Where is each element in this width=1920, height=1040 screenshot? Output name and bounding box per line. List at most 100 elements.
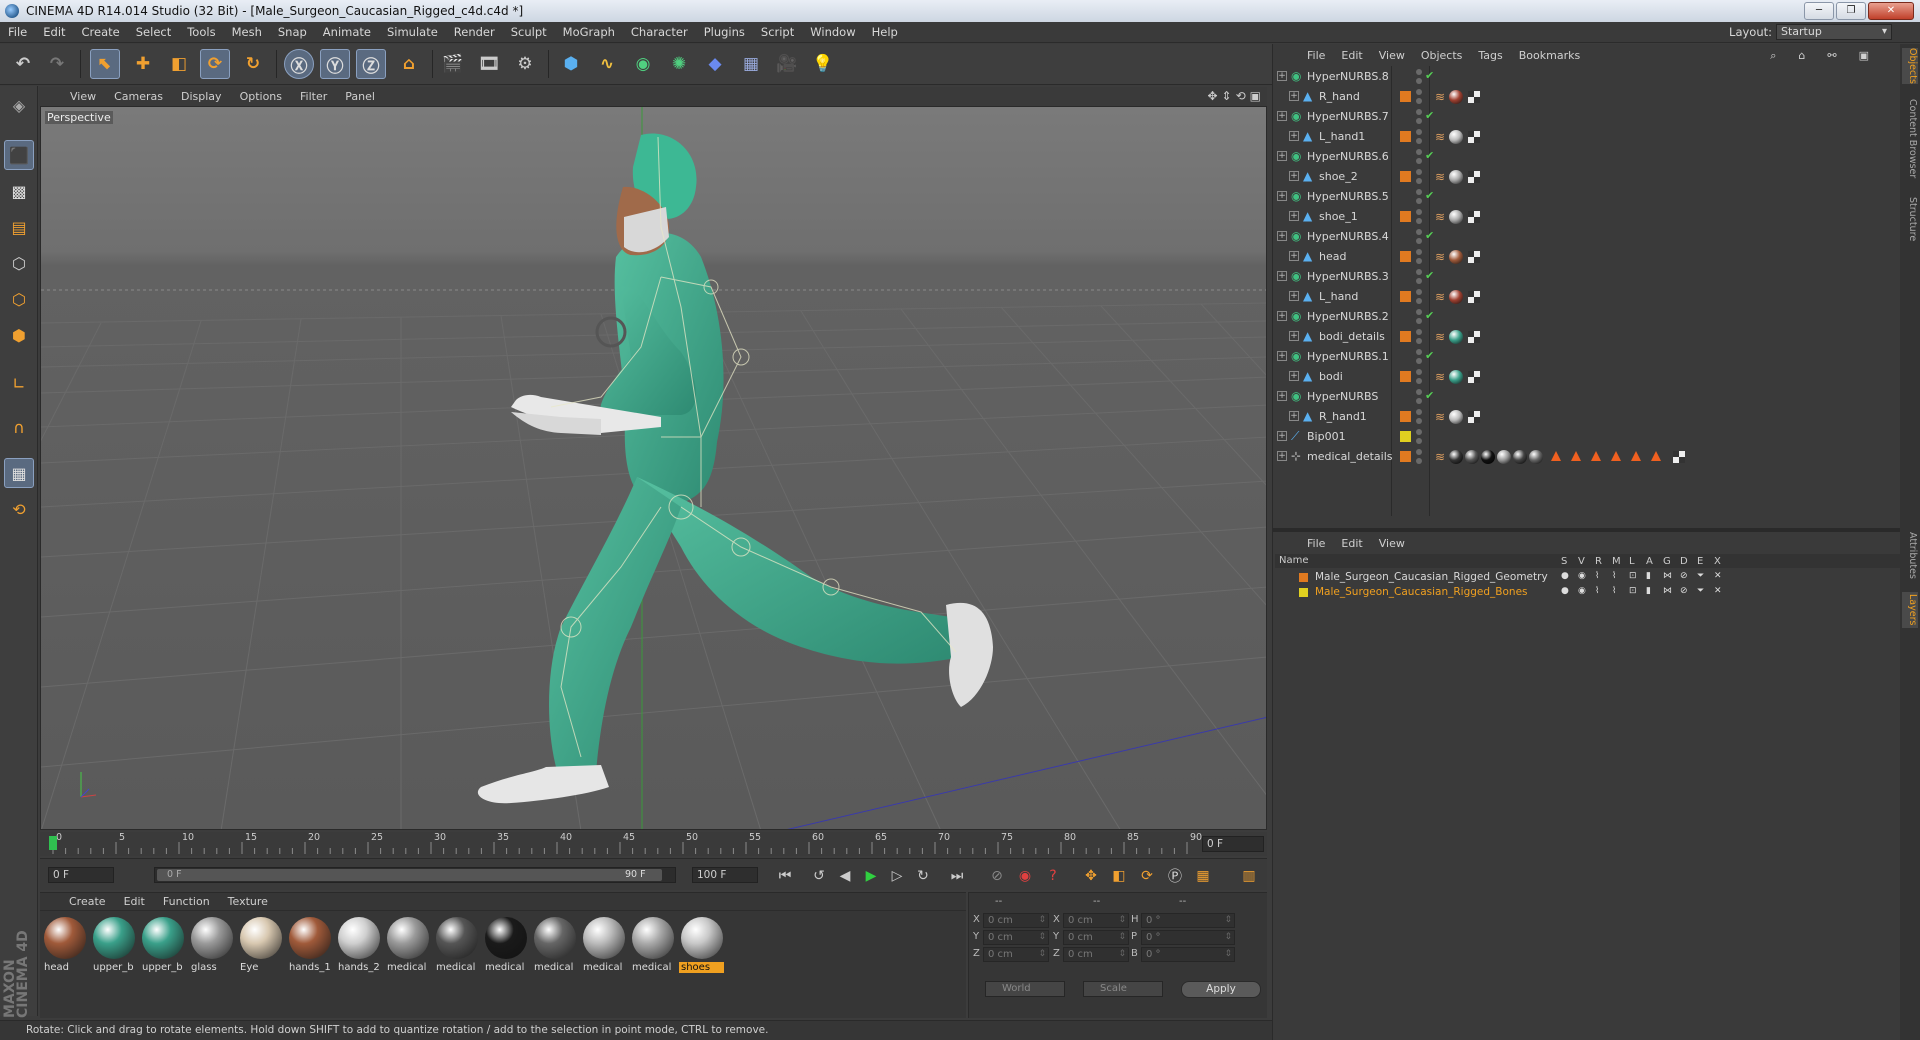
editor-visibility-dot[interactable]: [1416, 89, 1422, 95]
object-row[interactable]: + ◉ HyperNURBS.1 ✔: [1275, 347, 1901, 367]
expand-toggle-icon[interactable]: +: [1289, 331, 1299, 341]
menu-simulate[interactable]: Simulate: [379, 25, 446, 39]
tab-attributes[interactable]: Attributes: [1902, 528, 1918, 582]
enabled-check-icon[interactable]: ✔: [1425, 389, 1434, 402]
expand-toggle-icon[interactable]: +: [1289, 291, 1299, 301]
object-row[interactable]: + ▲ bodi ≋: [1275, 367, 1901, 387]
layer-toggle-icon[interactable]: ⌇: [1612, 586, 1616, 596]
spline-pen-icon[interactable]: ∿: [592, 49, 622, 79]
object-row[interactable]: + ▲ bodi_details ≋: [1275, 327, 1901, 347]
object-row[interactable]: + ⟋ Bip001: [1275, 427, 1901, 447]
tab-objects[interactable]: Objects: [1902, 48, 1918, 84]
phong-tag-icon[interactable]: ≋: [1435, 170, 1445, 184]
expand-toggle-icon[interactable]: +: [1289, 91, 1299, 101]
array-icon[interactable]: ✺: [664, 49, 694, 79]
editor-visibility-dot[interactable]: [1416, 129, 1422, 135]
key-position-icon[interactable]: ✥: [1080, 865, 1102, 887]
layer-toggle-icon[interactable]: ⌇: [1595, 586, 1599, 596]
planar-workplane-icon[interactable]: ⟲: [4, 494, 34, 524]
material-tag-icon[interactable]: [1513, 450, 1527, 464]
undo-icon[interactable]: ↶: [8, 49, 38, 79]
render-visibility-dot[interactable]: [1416, 438, 1422, 444]
tab-layers[interactable]: Layers: [1902, 592, 1918, 628]
editor-visibility-dot[interactable]: [1416, 269, 1422, 275]
object-row[interactable]: + ▲ shoe_2 ≋: [1275, 167, 1901, 187]
selection-tag-icon[interactable]: [1591, 451, 1601, 461]
render-visibility-dot[interactable]: [1416, 218, 1422, 224]
render-picture-viewer-icon[interactable]: 🎞: [474, 49, 504, 79]
layer-toggle-icon[interactable]: ⋈: [1663, 586, 1672, 596]
material-swatch[interactable]: upper_b: [91, 917, 136, 973]
layer-column-header[interactable]: V: [1578, 556, 1585, 567]
layer-color-swatch[interactable]: [1400, 211, 1411, 222]
material-swatch[interactable]: head: [42, 917, 87, 973]
layer-toggle-icon[interactable]: ✕: [1714, 571, 1722, 581]
expand-toggle-icon[interactable]: +: [1277, 71, 1287, 81]
expand-toggle-icon[interactable]: +: [1289, 131, 1299, 141]
material-swatch[interactable]: hands_2: [336, 917, 381, 973]
redo-icon[interactable]: ↷: [42, 49, 72, 79]
layer-toggle-icon[interactable]: ●: [1561, 571, 1569, 581]
close-button[interactable]: ✕: [1868, 2, 1914, 20]
material-tag-icon[interactable]: [1497, 450, 1511, 464]
material-tag-icon[interactable]: [1449, 250, 1463, 264]
render-view-icon[interactable]: 🎬: [438, 49, 468, 79]
new-panel-icon[interactable]: ▣: [1851, 49, 1877, 63]
texture-mode-icon[interactable]: ▩: [4, 176, 34, 206]
coord-value-field[interactable]: 0 °: [1141, 913, 1235, 928]
toggle-views-icon[interactable]: ▣: [1250, 89, 1261, 103]
lock-workplane-icon[interactable]: ▦: [4, 458, 34, 488]
material-tag-icon[interactable]: [1449, 170, 1463, 184]
enabled-check-icon[interactable]: ✔: [1425, 189, 1434, 202]
object-row[interactable]: + ◉ HyperNURBS.5 ✔: [1275, 187, 1901, 207]
go-to-end-icon[interactable]: ⏭: [946, 865, 968, 887]
layer-color-swatch[interactable]: [1400, 451, 1411, 462]
layer-color-swatch[interactable]: [1299, 573, 1308, 582]
render-visibility-dot[interactable]: [1416, 278, 1422, 284]
object-row[interactable]: + ◉ HyperNURBS.4 ✔: [1275, 227, 1901, 247]
maximize-button[interactable]: ❐: [1836, 2, 1866, 20]
rotate-icon[interactable]: ⟳: [200, 49, 230, 79]
menu-file[interactable]: File: [0, 25, 35, 39]
render-visibility-dot[interactable]: [1416, 398, 1422, 404]
model-mode-icon[interactable]: ⬛: [4, 140, 34, 170]
render-visibility-dot[interactable]: [1416, 378, 1422, 384]
surgeon-model[interactable]: [477, 133, 993, 804]
material-swatch[interactable]: hands_1: [287, 917, 332, 973]
object-row[interactable]: + ▲ L_hand1 ≋: [1275, 127, 1901, 147]
uvw-tag-icon[interactable]: [1468, 171, 1480, 183]
phong-tag-icon[interactable]: ≋: [1435, 130, 1445, 144]
expand-toggle-icon[interactable]: +: [1277, 431, 1287, 441]
object-row[interactable]: + ▲ head ≋: [1275, 247, 1901, 267]
expand-toggle-icon[interactable]: +: [1277, 311, 1287, 321]
autokey-icon[interactable]: ◉: [1014, 865, 1036, 887]
object-menu-tags[interactable]: Tags: [1470, 49, 1510, 62]
material-tag-icon[interactable]: [1449, 330, 1463, 344]
layout-select[interactable]: Startup: [1776, 24, 1892, 40]
object-row[interactable]: + ◉ HyperNURBS.6 ✔: [1275, 147, 1901, 167]
camera-icon[interactable]: 🎥: [772, 49, 802, 79]
z-axis-icon[interactable]: Ⓩ: [356, 49, 386, 79]
layer-column-header[interactable]: E: [1697, 556, 1703, 567]
deformer-icon[interactable]: ◆: [700, 49, 730, 79]
render-visibility-dot[interactable]: [1416, 258, 1422, 264]
layer-toggle-icon[interactable]: ◉: [1578, 571, 1586, 581]
layer-toggle-icon[interactable]: ⏷: [1697, 586, 1704, 596]
perspective-viewport[interactable]: Perspective: [40, 106, 1267, 830]
material-tag-icon[interactable]: [1465, 450, 1479, 464]
material-swatch[interactable]: Eye: [238, 917, 283, 973]
expand-toggle-icon[interactable]: +: [1277, 391, 1287, 401]
axis-mode-icon[interactable]: ∟: [4, 368, 34, 398]
expand-toggle-icon[interactable]: +: [1277, 271, 1287, 281]
layer-row[interactable]: Male_Surgeon_Caucasian_Rigged_Bones ● ◉ ⌇ ⌇ ⊡…: [1275, 585, 1901, 600]
expand-toggle-icon[interactable]: +: [1289, 371, 1299, 381]
layer-color-swatch[interactable]: [1400, 291, 1411, 302]
uvw-tag-icon[interactable]: [1673, 451, 1685, 463]
render-visibility-dot[interactable]: [1416, 158, 1422, 164]
next-frame-icon[interactable]: ▷: [886, 865, 908, 887]
object-row[interactable]: + ▲ R_hand1 ≋: [1275, 407, 1901, 427]
editor-visibility-dot[interactable]: [1416, 349, 1422, 355]
editor-visibility-dot[interactable]: [1416, 389, 1422, 395]
viewport-menu-cameras[interactable]: Cameras: [105, 90, 172, 103]
phong-tag-icon[interactable]: ≋: [1435, 210, 1445, 224]
